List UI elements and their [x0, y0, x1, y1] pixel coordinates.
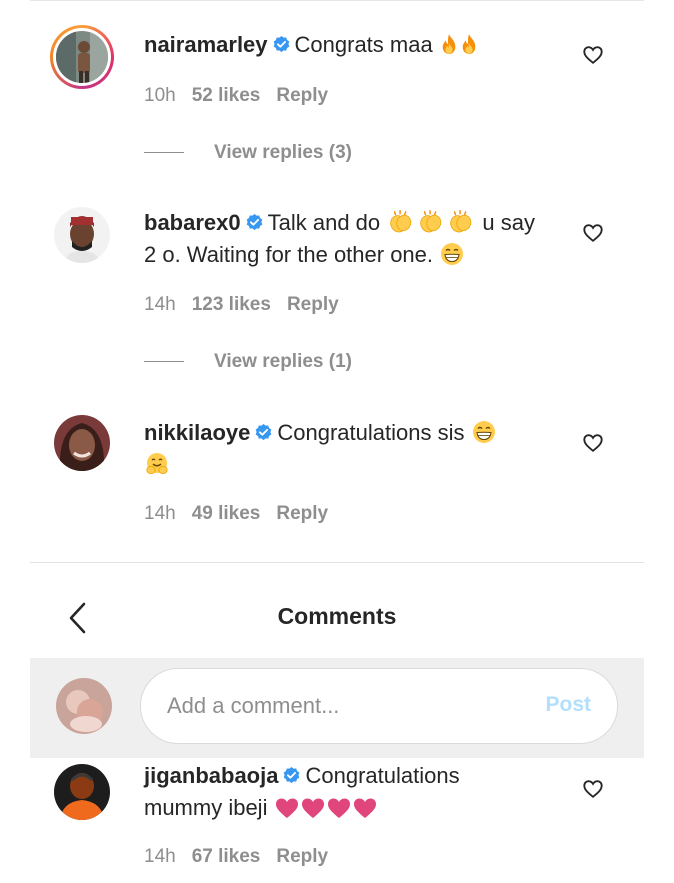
clap-emoji-icon [447, 210, 475, 234]
username[interactable]: nikkilaoye [144, 420, 250, 445]
comment-meta: 14h 67 likes Reply [144, 846, 344, 868]
comments-screen: Comments Post jiganbabaojaCon [30, 562, 644, 883]
pink-heart-emoji-icon [327, 797, 351, 819]
avatar[interactable] [54, 207, 110, 263]
likes-count[interactable]: 67 likes [192, 846, 261, 867]
comment-meta: 14h 123 likes Reply [144, 294, 355, 316]
view-replies-button[interactable]: View replies (3) [144, 142, 352, 164]
post-button[interactable]: Post [545, 693, 591, 717]
avatar[interactable] [54, 764, 110, 820]
comment-composer: Post [30, 658, 644, 758]
clap-emoji-icon [417, 210, 445, 234]
reply-button[interactable]: Reply [276, 503, 328, 524]
comment-body: nairamarley Congrats maa [144, 29, 574, 61]
grin-emoji-icon [440, 242, 464, 266]
verified-badge-icon [272, 35, 291, 54]
verified-badge-icon [282, 766, 301, 785]
avatar[interactable] [50, 25, 114, 89]
reply-button[interactable]: Reply [287, 294, 339, 315]
timestamp: 14h [144, 503, 176, 524]
comments-list-top: nairamarley Congrats maa 10h 52 likes Reply… [30, 0, 644, 562]
comment-jiganbabaoja: jiganbabaoja Congratulations mummy ibeji … [30, 758, 644, 883]
comment-text-part: mummy ibeji [144, 795, 268, 820]
comment-nikkilaoye: nikkilaoye Congratulations sis 14h 49 like… [30, 401, 644, 551]
page-title: Comments [277, 603, 397, 629]
comment-text: Congrats maa [294, 32, 433, 57]
divider [144, 361, 184, 363]
comment-input-container: Post [140, 668, 618, 744]
fire-emoji-icon [460, 32, 478, 56]
comment-body: nikkilaoye Congratulations sis [144, 417, 574, 481]
pink-heart-emoji-icon [301, 797, 325, 819]
likes-count[interactable]: 52 likes [192, 85, 261, 106]
comment-meta: 10h 52 likes Reply [144, 85, 344, 107]
clap-emoji-icon [387, 210, 415, 234]
avatar[interactable] [54, 415, 110, 471]
comment-babarex0: babarex0 Talk and do u say 2 o. Waiting f… [30, 191, 644, 381]
timestamp: 14h [144, 846, 176, 867]
heart-outline-icon[interactable] [582, 432, 604, 454]
current-user-avatar [56, 678, 112, 734]
reply-button[interactable]: Reply [276, 846, 328, 867]
fire-emoji-icon [440, 32, 458, 56]
view-replies-label: View replies (3) [214, 142, 352, 163]
divider [144, 152, 184, 154]
verified-badge-icon [254, 423, 273, 442]
hug-emoji-icon [145, 452, 169, 476]
view-replies-label: View replies (1) [214, 351, 352, 372]
username[interactable]: jiganbabaoja [144, 763, 278, 788]
likes-count[interactable]: 49 likes [192, 503, 261, 524]
verified-badge-icon [245, 213, 264, 232]
comment-text-part: 2 o. Waiting for the other one. [144, 242, 434, 267]
view-replies-button[interactable]: View replies (1) [144, 351, 352, 373]
pink-heart-emoji-icon [353, 797, 377, 819]
username[interactable]: babarex0 [144, 210, 241, 235]
comment-nairamarley: nairamarley Congrats maa 10h 52 likes Reply… [30, 1, 644, 181]
timestamp: 14h [144, 294, 176, 315]
comment-body: jiganbabaoja Congratulations mummy ibeji [144, 760, 574, 824]
comments-header: Comments [30, 563, 644, 658]
comment-body: babarex0 Talk and do u say 2 o. Waiting f… [144, 207, 574, 271]
likes-count[interactable]: 123 likes [192, 294, 271, 315]
heart-outline-icon[interactable] [582, 778, 604, 800]
heart-outline-icon[interactable] [582, 222, 604, 244]
comment-text-part: Congratulations [305, 763, 460, 788]
username[interactable]: nairamarley [144, 32, 268, 57]
grin-emoji-icon [472, 420, 496, 444]
pink-heart-emoji-icon [275, 797, 299, 819]
reply-button[interactable]: Reply [276, 85, 328, 106]
timestamp: 10h [144, 85, 176, 106]
comment-meta: 14h 49 likes Reply [144, 503, 344, 525]
comment-input[interactable] [167, 691, 507, 721]
comment-text-part: u say [482, 210, 535, 235]
heart-outline-icon[interactable] [582, 44, 604, 66]
comment-text: Congratulations sis [277, 420, 465, 445]
comment-text-part: Talk and do [267, 210, 381, 235]
